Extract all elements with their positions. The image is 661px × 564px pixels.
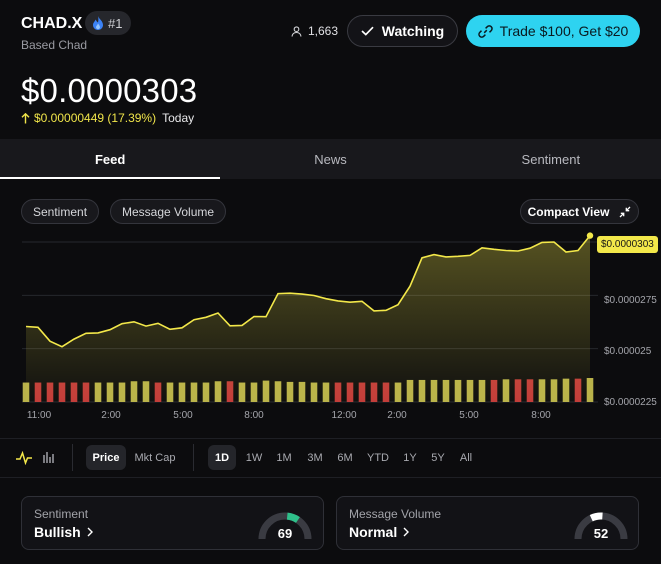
line-chart-toggle[interactable] [10, 445, 38, 470]
y-tick-label: $0.0000225 [604, 397, 657, 408]
x-tick-label: 8:00 [244, 410, 264, 421]
range-5y[interactable]: 5Y [425, 445, 451, 470]
price-area [26, 235, 590, 402]
y-tick-label: $0.000025 [604, 346, 652, 357]
x-tick-label: 5:00 [173, 410, 193, 421]
flame-icon [93, 16, 103, 30]
x-tick-label: 2:00 [101, 410, 121, 421]
change-value: $0.00000449 (17.39%) [34, 111, 157, 125]
price-change: $0.00000449 (17.39%) Today [21, 111, 194, 125]
bars-icon [43, 451, 54, 463]
sentiment-card-value: Bullish [34, 524, 93, 540]
trade-label: Trade $100, Get $20 [499, 23, 629, 39]
watchers-count: 1,663 [291, 24, 338, 38]
volume-card-title: Message Volume [349, 507, 442, 521]
x-tick-label: 12:00 [331, 410, 357, 421]
current-price-tag: $0.0000303 [597, 236, 658, 253]
sentiment-card[interactable]: Sentiment Bullish 69 [21, 496, 324, 550]
current-price: $0.0000303 [21, 72, 198, 109]
sentiment-value: Bullish [34, 524, 81, 540]
watchers-value: 1,663 [308, 24, 339, 38]
volume-bars-toggle[interactable] [38, 445, 60, 470]
sentiment-gauge-fill [286, 512, 300, 523]
rank-badge[interactable]: #1 [85, 11, 132, 35]
asset-name: Based Chad [21, 38, 88, 52]
tab-bar: Feed News Sentiment [0, 139, 661, 179]
chevron-right-icon [87, 527, 93, 537]
collapse-icon [619, 206, 631, 217]
ticker-symbol: CHAD.X [21, 15, 83, 32]
range-all[interactable]: All [453, 445, 479, 470]
range-6m[interactable]: 6M [331, 445, 359, 470]
trade-button[interactable]: Trade $100, Get $20 [466, 15, 640, 47]
range-3m[interactable]: 3M [301, 445, 329, 470]
tab-sentiment[interactable]: Sentiment [441, 139, 661, 179]
y-tick-label: $0.0000275 [604, 295, 657, 306]
volume-value: Normal [349, 524, 398, 540]
message-volume-chip[interactable]: Message Volume [110, 199, 227, 224]
x-tick-label: 2:00 [387, 410, 407, 421]
chevron-right-icon [403, 527, 410, 537]
check-icon [361, 26, 374, 36]
header: CHAD.X #1 Based Chad 1,663 Watching Trad… [0, 0, 661, 58]
range-1m[interactable]: 1M [270, 445, 298, 470]
x-tick-label: 11:00 [26, 410, 52, 421]
link-icon [477, 24, 493, 38]
volume-card-value: Normal [349, 524, 410, 540]
x-tick-label: 5:00 [459, 410, 479, 421]
sentiment-score: 69 [277, 526, 293, 541]
current-price-dot [586, 232, 594, 239]
compact-view-label: Compact View [527, 204, 610, 219]
volume-gauge-fill [589, 512, 603, 522]
range-1d[interactable]: 1D [208, 445, 236, 470]
volume-score: 52 [593, 526, 609, 541]
sentiment-chip[interactable]: Sentiment [21, 199, 100, 224]
range-1w[interactable]: 1W [240, 445, 268, 470]
pulse-icon [16, 450, 32, 465]
tab-feed[interactable]: Feed [0, 139, 221, 179]
divider [193, 444, 194, 471]
range-1y[interactable]: 1Y [397, 445, 423, 470]
range-ytd[interactable]: YTD [362, 445, 394, 470]
price-chart[interactable] [0, 232, 661, 428]
sentiment-card-title: Sentiment [34, 507, 89, 521]
divider [72, 444, 73, 471]
watching-label: Watching [381, 23, 445, 39]
arrow-up-icon [21, 112, 30, 123]
change-period: Today [162, 111, 195, 125]
compact-view-button[interactable]: Compact View [520, 199, 639, 224]
watching-button[interactable]: Watching [347, 15, 458, 47]
price-toggle[interactable]: Price [86, 445, 126, 470]
user-icon [291, 25, 302, 37]
message-volume-card[interactable]: Message Volume Normal 52 [336, 496, 639, 550]
tab-news[interactable]: News [220, 139, 440, 179]
x-tick-label: 8:00 [531, 410, 551, 421]
mkt-cap-toggle[interactable]: Mkt Cap [129, 445, 181, 470]
rank-label: #1 [108, 15, 123, 31]
